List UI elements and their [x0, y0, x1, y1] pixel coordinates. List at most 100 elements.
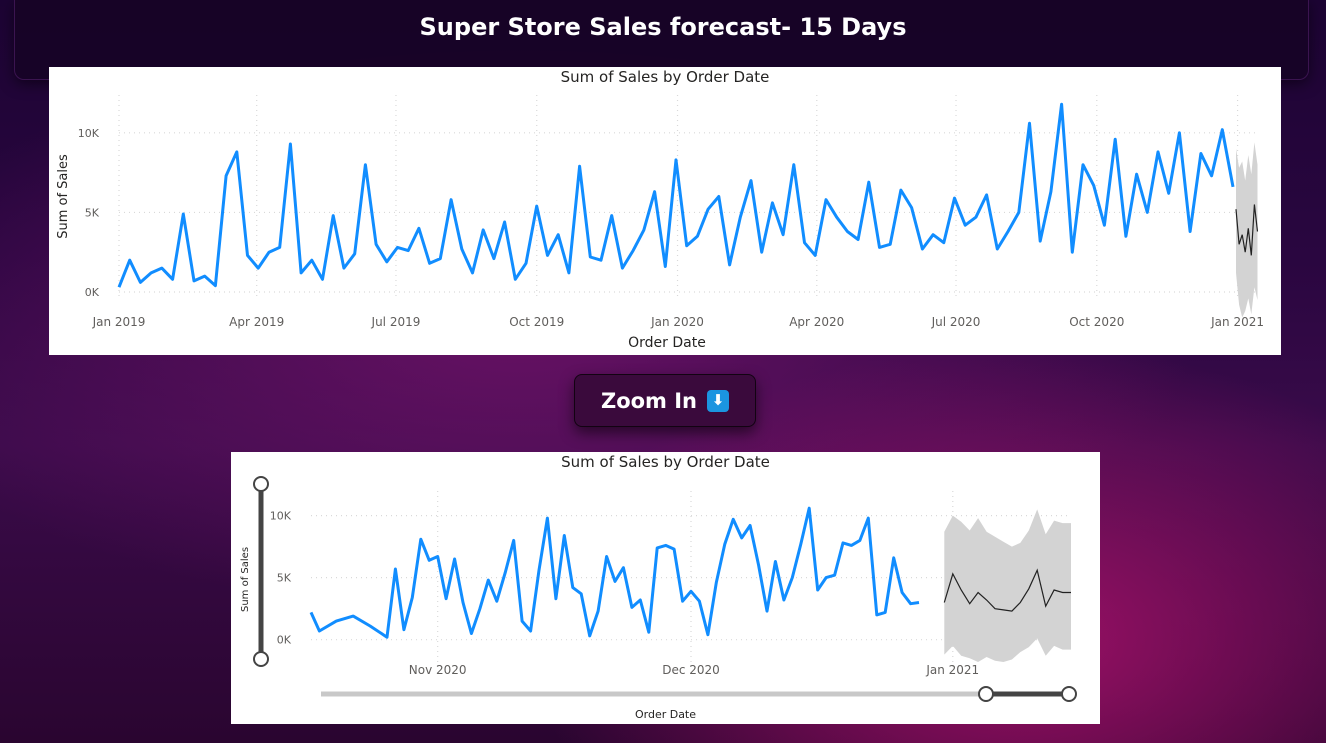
sales-data-point	[696, 235, 698, 237]
sales-data-point	[428, 559, 430, 561]
forecast-data-point	[1036, 569, 1038, 571]
sales-data-point	[611, 215, 613, 217]
sales-data-point	[530, 630, 532, 632]
sales-data-point	[289, 143, 291, 145]
sales-data-point	[568, 272, 570, 274]
sales-data-point	[850, 544, 852, 546]
sales-data-point	[774, 561, 776, 563]
sales-data-point	[643, 229, 645, 231]
forecast-data-point	[960, 589, 962, 591]
sales-data-point	[1157, 151, 1159, 153]
sales-data-point	[918, 601, 920, 603]
chart-panel-full-range[interactable]: Sum of Sales by Order Date 10K 5K 0K Jan 201…	[49, 67, 1281, 355]
sales-data-point	[546, 254, 548, 256]
sales-data-point	[750, 180, 752, 182]
sales-data-point	[876, 614, 878, 616]
down-arrow-icon: ⬇	[707, 389, 730, 412]
sales-data-point	[1050, 191, 1052, 193]
x-tick-label: Dec 2020	[662, 663, 720, 677]
sales-data-point	[482, 229, 484, 231]
sales-data-point	[471, 272, 473, 274]
vertical-zoom-handle-top[interactable]	[253, 476, 269, 492]
sales-data-point	[859, 539, 861, 541]
sales-data-point	[1221, 129, 1223, 131]
sales-line-chart-full[interactable]: Sum of Sales by Order Date 10K 5K 0K Jan 201…	[49, 67, 1281, 355]
forecast-data-point	[1238, 243, 1240, 245]
sales-data-point	[589, 256, 591, 258]
sales-data-point	[525, 262, 527, 264]
sales-data-point	[386, 636, 388, 638]
sales-data-point	[1093, 184, 1095, 186]
x-tick-label: Oct 2019	[509, 315, 564, 329]
forecast-data-point	[1002, 609, 1004, 611]
x-tick-label: Jan 2020	[650, 315, 704, 329]
zoom-in-button[interactable]: Zoom In ⬇	[574, 374, 756, 427]
forecast-data-point	[994, 608, 996, 610]
sales-data-point	[352, 615, 354, 617]
sales-data-point	[580, 593, 582, 595]
y-tick-label: 10K	[78, 127, 100, 140]
x-tick-label: Jan 2019	[92, 315, 146, 329]
sales-data-point	[236, 151, 238, 153]
chart-panel-zoomed[interactable]: Sum of Sales by Order Date 10K 5K 0K Nov 202…	[231, 452, 1100, 724]
sales-data-point	[354, 253, 356, 255]
sales-data-point	[335, 620, 337, 622]
sales-data-point	[403, 629, 405, 631]
sales-data-point	[429, 262, 431, 264]
sales-data-point	[487, 579, 489, 581]
sales-data-point	[1028, 122, 1030, 124]
sales-data-point	[654, 191, 656, 193]
sales-data-point	[791, 577, 793, 579]
forecast-data-point	[1070, 592, 1072, 594]
sales-data-point	[150, 272, 152, 274]
sales-data-point	[707, 634, 709, 636]
forecast-data-point	[1019, 601, 1021, 603]
vertical-zoom-handle-bottom[interactable]	[253, 651, 269, 667]
sales-data-point	[673, 548, 675, 550]
sales-data-point	[964, 224, 966, 226]
y-axis-title: Sum of Sales	[56, 154, 71, 239]
horizontal-zoom-handle-left[interactable]	[978, 686, 994, 702]
sales-data-point	[225, 175, 227, 177]
forecast-data-point	[986, 599, 988, 601]
sales-data-point	[572, 587, 574, 589]
sales-data-point	[300, 272, 302, 274]
sales-data-point	[182, 213, 184, 215]
sales-data-point	[396, 246, 398, 248]
sales-data-point	[461, 248, 463, 250]
chart-title: Sum of Sales by Order Date	[561, 68, 770, 86]
x-tick-label: Apr 2020	[789, 315, 844, 329]
forecast-data-point	[1256, 231, 1258, 233]
sales-data-point	[639, 599, 641, 601]
sales-data-point	[783, 599, 785, 601]
sales-data-point	[1189, 231, 1191, 233]
page-title: Super Store Sales forecast- 15 Days	[419, 13, 907, 41]
sales-data-point	[614, 580, 616, 582]
y-tick-label: 5K	[277, 572, 292, 585]
sales-data-point	[247, 254, 249, 256]
sales-data-point	[800, 543, 802, 545]
sales-data-point	[546, 517, 548, 519]
sales-data-point	[310, 611, 312, 613]
sales-data-point	[386, 261, 388, 263]
sales-data-point	[375, 243, 377, 245]
sales-data-point	[814, 254, 816, 256]
sales-data-point	[318, 630, 320, 632]
sales-data-point	[698, 600, 700, 602]
x-axis-title: Order Date	[635, 708, 696, 721]
sales-data-point	[724, 543, 726, 545]
forecast-data-point	[1011, 610, 1013, 612]
horizontal-zoom-handle-right[interactable]	[1061, 686, 1077, 702]
sales-data-point	[675, 159, 677, 161]
sales-data-point	[555, 598, 557, 600]
x-tick-label: Jul 2019	[371, 315, 421, 329]
sales-data-point	[118, 286, 120, 288]
sales-data-point	[975, 216, 977, 218]
sales-data-point	[817, 589, 819, 591]
sales-line-chart-zoomed[interactable]: Sum of Sales by Order Date 10K 5K 0K Nov 202…	[231, 452, 1100, 724]
sales-data-point	[504, 221, 506, 223]
sales-data-point	[129, 259, 131, 261]
sales-data-point	[268, 251, 270, 253]
zoom-in-label: Zoom In	[600, 388, 698, 413]
sales-data-point	[686, 245, 688, 247]
